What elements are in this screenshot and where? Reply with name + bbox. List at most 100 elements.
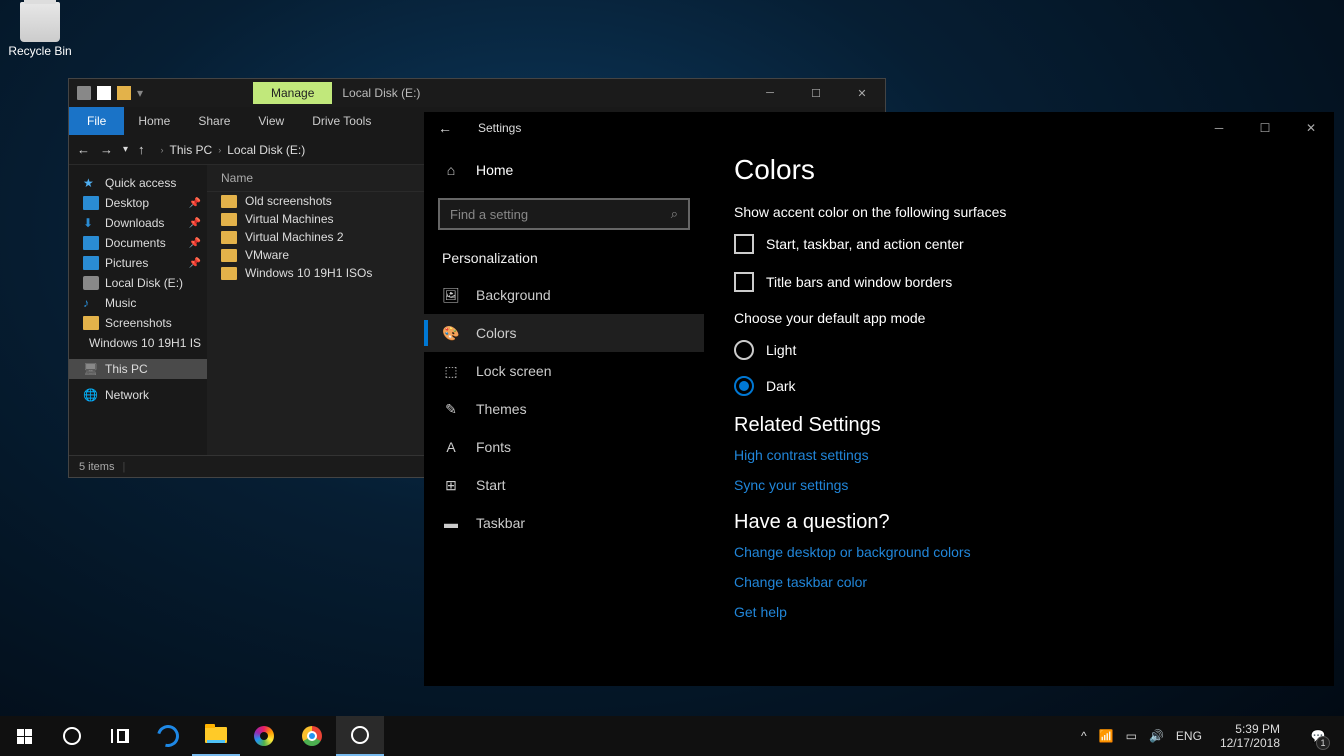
- close-button[interactable]: ✕: [839, 79, 885, 107]
- ribbon-drive-tools[interactable]: Drive Tools: [298, 114, 385, 128]
- folder-icon: [221, 195, 237, 208]
- settings-search[interactable]: Find a setting ⌕: [438, 198, 690, 230]
- pc-icon: 🖥: [83, 362, 99, 376]
- page-heading: Colors: [734, 154, 1304, 186]
- close-button[interactable]: ✕: [1288, 112, 1334, 144]
- accent-surfaces-label: Show accent color on the following surfa…: [734, 204, 1304, 220]
- action-center-button[interactable]: 💬 1: [1298, 716, 1338, 756]
- ribbon-file[interactable]: File: [69, 107, 124, 135]
- nav-home[interactable]: ⌂ Home: [424, 154, 704, 186]
- settings-nav: ⌂ Home Find a setting ⌕ Personalization …: [424, 144, 704, 686]
- settings-titlebar[interactable]: ← Settings ─ ☐ ✕: [424, 112, 1334, 144]
- nav-taskbar[interactable]: ▬Taskbar: [424, 504, 704, 542]
- checkbox-icon: [734, 234, 754, 254]
- ribbon-home[interactable]: Home: [124, 114, 184, 128]
- maximize-button[interactable]: ☐: [1242, 112, 1288, 144]
- disk-icon: [77, 86, 91, 100]
- download-icon: ⬇: [83, 216, 99, 230]
- taskbar-chrome[interactable]: [288, 716, 336, 756]
- nav-downloads[interactable]: ⬇Downloads📌: [69, 213, 207, 233]
- documents-icon: [83, 236, 99, 250]
- nav-this-pc[interactable]: 🖥This PC: [69, 359, 207, 379]
- nav-history-icon[interactable]: ▾: [123, 144, 128, 155]
- new-folder-icon[interactable]: [117, 86, 131, 100]
- nav-back-icon[interactable]: ←: [77, 142, 90, 157]
- settings-window: ← Settings ─ ☐ ✕ ⌂ Home Find a setting ⌕…: [424, 112, 1334, 686]
- nav-fonts[interactable]: AFonts: [424, 428, 704, 466]
- link-change-desktop-colors[interactable]: Change desktop or background colors: [734, 544, 1304, 560]
- star-icon: ★: [83, 176, 99, 190]
- start-button[interactable]: [0, 716, 48, 756]
- taskbar-clock[interactable]: 5:39 PM 12/17/2018: [1214, 722, 1286, 751]
- nav-network[interactable]: 🌐Network: [69, 385, 207, 405]
- related-heading: Related Settings: [734, 414, 1304, 437]
- taskbar-paint[interactable]: [240, 716, 288, 756]
- link-sync-settings[interactable]: Sync your settings: [734, 477, 1304, 493]
- nav-start[interactable]: ⊞Start: [424, 466, 704, 504]
- checkbox-title-bars[interactable]: Title bars and window borders: [734, 272, 1304, 292]
- nav-music[interactable]: ♪Music: [69, 293, 207, 313]
- nav-up-icon[interactable]: ↑: [138, 142, 145, 157]
- link-get-help[interactable]: Get help: [734, 604, 1304, 620]
- nav-lock-screen[interactable]: ⬚Lock screen: [424, 352, 704, 390]
- nav-screenshots[interactable]: Screenshots: [69, 313, 207, 333]
- nav-local-disk[interactable]: Local Disk (E:): [69, 273, 207, 293]
- folder-icon: [221, 213, 237, 226]
- properties-icon[interactable]: [97, 86, 111, 100]
- nav-quick-access[interactable]: ★Quick access: [69, 173, 207, 193]
- breadcrumb-disk[interactable]: Local Disk (E:): [227, 143, 305, 157]
- tray-overflow-icon[interactable]: ^: [1081, 729, 1087, 743]
- volume-icon[interactable]: 🔊: [1149, 729, 1164, 743]
- settings-content: Colors Show accent color on the followin…: [704, 144, 1334, 686]
- nav-win10-isos[interactable]: Windows 10 19H1 IS: [69, 333, 207, 353]
- folder-icon: [83, 316, 99, 330]
- taskbar-settings[interactable]: [336, 716, 384, 756]
- nav-forward-icon[interactable]: →: [100, 142, 113, 157]
- explorer-nav-pane: ★Quick access Desktop📌 ⬇Downloads📌 Docum…: [69, 165, 207, 455]
- taskbar-edge[interactable]: [144, 716, 192, 756]
- checkbox-start-taskbar[interactable]: Start, taskbar, and action center: [734, 234, 1304, 254]
- task-view-icon: [111, 729, 129, 743]
- breadcrumb-this-pc[interactable]: This PC: [170, 143, 213, 157]
- picture-icon: 🖼: [442, 287, 460, 303]
- nav-colors[interactable]: 🎨Colors: [424, 314, 704, 352]
- explorer-titlebar[interactable]: ▾ Manage Local Disk (E:) ─ ☐ ✕: [69, 79, 885, 107]
- recycle-bin-label: Recycle Bin: [5, 44, 75, 58]
- link-high-contrast[interactable]: High contrast settings: [734, 447, 1304, 463]
- nav-pictures[interactable]: Pictures📌: [69, 253, 207, 273]
- chevron-right-icon[interactable]: ›: [161, 145, 164, 155]
- music-icon: ♪: [83, 296, 99, 310]
- cortana-button[interactable]: [48, 716, 96, 756]
- task-view-button[interactable]: [96, 716, 144, 756]
- maximize-button[interactable]: ☐: [793, 79, 839, 107]
- link-change-taskbar-color[interactable]: Change taskbar color: [734, 574, 1304, 590]
- minimize-button[interactable]: ─: [1196, 112, 1242, 144]
- notification-badge: 1: [1316, 736, 1330, 750]
- quick-access-toolbar: ▾: [69, 86, 159, 100]
- system-tray: ^ 📶 ▭ 🔊 ENG 5:39 PM 12/17/2018 💬 1: [1075, 716, 1344, 756]
- start-icon: ⊞: [442, 477, 460, 493]
- ribbon-context-manage[interactable]: Manage: [253, 82, 332, 104]
- chevron-right-icon[interactable]: ›: [218, 145, 221, 155]
- qat-dropdown-icon[interactable]: ▾: [137, 86, 151, 100]
- nav-documents[interactable]: Documents📌: [69, 233, 207, 253]
- nav-desktop[interactable]: Desktop📌: [69, 193, 207, 213]
- taskbar-file-explorer[interactable]: [192, 716, 240, 756]
- breadcrumb[interactable]: › This PC › Local Disk (E:): [155, 143, 306, 157]
- radio-light[interactable]: Light: [734, 340, 1304, 360]
- language-indicator[interactable]: ENG: [1176, 729, 1202, 743]
- ribbon-share[interactable]: Share: [184, 114, 244, 128]
- desktop-icon-recycle-bin[interactable]: Recycle Bin: [5, 2, 75, 58]
- pin-icon: 📌: [189, 198, 201, 209]
- settings-title: Settings: [478, 121, 521, 135]
- ribbon-view[interactable]: View: [244, 114, 298, 128]
- battery-icon[interactable]: ▭: [1126, 729, 1137, 743]
- nav-themes[interactable]: ✎Themes: [424, 390, 704, 428]
- minimize-button[interactable]: ─: [747, 79, 793, 107]
- taskbar-icon: ▬: [442, 515, 460, 531]
- back-icon[interactable]: ←: [438, 120, 452, 136]
- recycle-bin-icon: [20, 2, 60, 42]
- radio-dark[interactable]: Dark: [734, 376, 1304, 396]
- wifi-icon[interactable]: 📶: [1099, 729, 1114, 743]
- nav-background[interactable]: 🖼Background: [424, 276, 704, 314]
